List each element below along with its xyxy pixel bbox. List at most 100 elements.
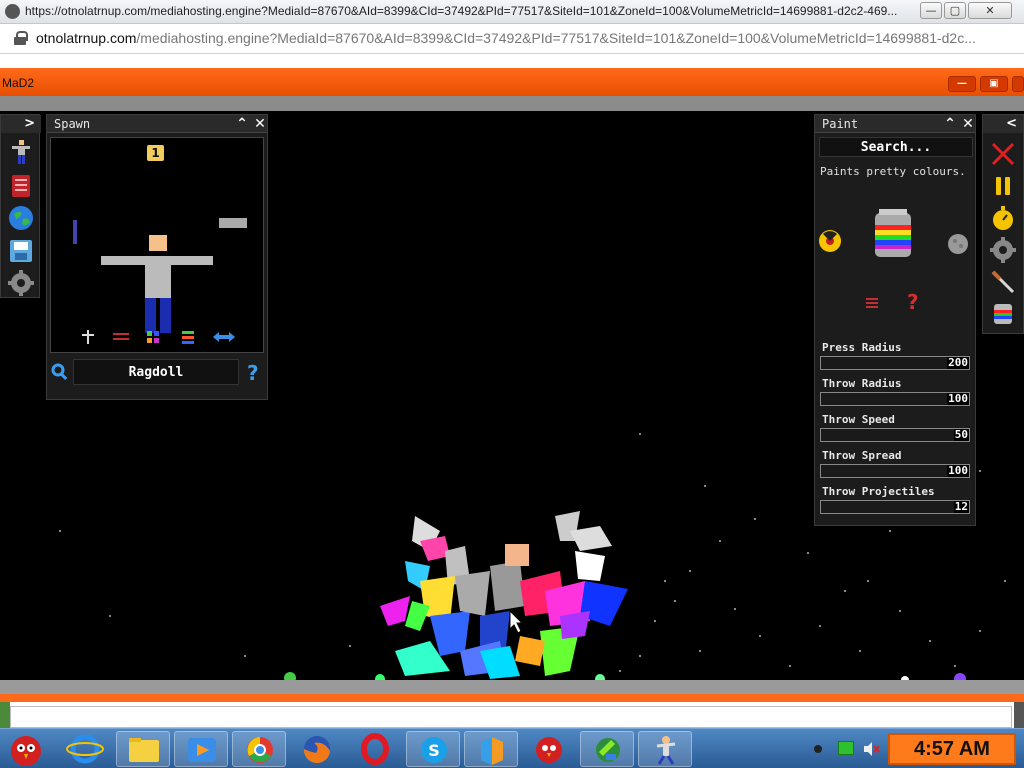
paint-bucket-icon[interactable] — [990, 301, 1016, 327]
spawn-panel-title: Spawn — [54, 117, 91, 131]
status-edge-left — [0, 702, 10, 728]
slider-label: Throw Projectiles — [822, 485, 935, 498]
start-button[interactable] — [2, 731, 54, 767]
paint-panel-header: Paint ⌃ ✕ — [815, 115, 975, 133]
collapse-icon[interactable]: ⌃ — [233, 115, 251, 133]
clock[interactable]: 4:57 AM — [888, 733, 1016, 765]
maximize-button[interactable]: ▢ — [944, 2, 966, 19]
browser-title-bar: https://otnolatrnup.com/mediahosting.eng… — [0, 0, 1024, 24]
game-minimize-button[interactable]: — — [948, 76, 976, 92]
ragdoll-pile — [380, 511, 628, 679]
system-tray — [808, 735, 888, 763]
throw-projectiles-slider[interactable]: 12 — [820, 500, 970, 514]
window-title: https://otnolatrnup.com/mediahosting.eng… — [25, 4, 898, 18]
close-button[interactable]: ✕ — [968, 2, 1012, 19]
slider-value: 50 — [953, 428, 969, 441]
network-icon[interactable] — [838, 741, 854, 755]
game-bottom-border — [0, 694, 1024, 702]
search-icon[interactable] — [51, 363, 69, 381]
collapse-icon[interactable]: ⌃ — [941, 115, 959, 133]
status-edge-right — [1014, 702, 1024, 728]
slider-value: 12 — [953, 500, 969, 513]
slider-label: Throw Spread — [822, 449, 902, 462]
globe-icon[interactable] — [8, 205, 34, 231]
game-close-button[interactable] — [1012, 76, 1024, 92]
skype-icon[interactable]: S — [406, 731, 460, 767]
stone-icon[interactable] — [947, 233, 969, 255]
blocks-icon — [147, 331, 159, 343]
gear-icon[interactable] — [990, 237, 1016, 263]
screen: https://otnolatrnup.com/mediahosting.eng… — [0, 0, 1024, 768]
throw-radius-slider[interactable]: 100 — [820, 392, 970, 406]
minimize-button[interactable]: — — [920, 2, 942, 19]
address-path: /mediahosting.engine?MediaId=87670&AId=8… — [136, 30, 976, 46]
paint-bucket-icon[interactable] — [871, 207, 915, 261]
radioactive-icon[interactable] — [817, 228, 843, 254]
throw-spread-slider[interactable]: 100 — [820, 464, 970, 478]
spawn-preview[interactable]: 1 — [50, 137, 264, 353]
cube-app-icon[interactable] — [464, 731, 518, 767]
paint-panel-title: Paint — [822, 117, 859, 131]
status-field — [10, 706, 1012, 728]
slider-label: Throw Speed — [822, 413, 895, 426]
swap-icon — [113, 333, 129, 340]
slider-value: 100 — [947, 392, 969, 405]
spawn-item-name[interactable]: Ragdoll — [73, 359, 239, 385]
file-explorer-icon[interactable] — [116, 731, 170, 767]
tray-dot-icon[interactable] — [814, 745, 822, 753]
ragdoll-preview — [73, 218, 247, 333]
arrows-icon — [213, 332, 235, 342]
press-radius-slider[interactable]: 200 — [820, 356, 970, 370]
slider-value: 100 — [947, 464, 969, 477]
collapse-toolbar-button[interactable]: < — [983, 115, 1023, 133]
slider-label: Throw Radius — [822, 377, 902, 390]
pause-icon[interactable] — [990, 173, 1016, 199]
game-title: MaD2 — [2, 76, 35, 90]
knife-icon[interactable] — [990, 269, 1016, 295]
spawn-panel: Spawn ⌃ ✕ 1 Ragdoll ? — [46, 114, 268, 400]
throw-speed-slider[interactable]: 50 — [820, 428, 970, 442]
ragdoll-icon[interactable] — [8, 139, 34, 165]
lock-icon — [14, 31, 28, 45]
network-app-icon[interactable] — [580, 731, 634, 767]
internet-explorer-icon[interactable] — [58, 731, 112, 767]
chrome-icon[interactable] — [232, 731, 286, 767]
firefox-icon[interactable] — [290, 731, 344, 767]
stopwatch-icon[interactable] — [990, 205, 1016, 231]
page-spacer — [0, 54, 1024, 68]
right-toolbar: < — [982, 114, 1024, 334]
gear-icon[interactable] — [8, 270, 34, 296]
slider-label: Press Radius — [822, 341, 902, 354]
spawn-panel-header: Spawn ⌃ ✕ — [47, 115, 267, 133]
address-domain: otnolatrnup.com — [36, 30, 137, 46]
svg-text:S: S — [428, 741, 440, 760]
game-floor — [0, 680, 1024, 694]
address-url[interactable]: otnolatrnup.com/mediahosting.engine?Medi… — [36, 30, 996, 46]
game-top-bar — [0, 96, 1024, 111]
close-icon[interactable]: ✕ — [959, 115, 977, 133]
layers-icon — [182, 331, 194, 344]
volume-muted-icon[interactable] — [862, 741, 880, 757]
tool-search-input[interactable]: Search... — [819, 137, 973, 157]
angry-birds-icon[interactable] — [522, 731, 576, 767]
figure-icon — [82, 330, 94, 344]
status-strip — [0, 702, 1024, 728]
book-icon[interactable] — [8, 173, 34, 199]
paint-panel: Paint ⌃ ✕ Search... Paints pretty colour… — [814, 114, 976, 526]
tool-description: Paints pretty colours. — [820, 165, 966, 178]
mouse-cursor — [509, 609, 524, 634]
close-icon[interactable]: ✕ — [251, 115, 269, 133]
save-icon[interactable] — [8, 238, 34, 264]
help-icon[interactable]: ? — [247, 361, 259, 385]
help-icon[interactable]: ? — [907, 290, 919, 314]
expand-toolbar-button[interactable]: > — [1, 115, 41, 133]
list-icon[interactable] — [865, 295, 881, 311]
opera-icon[interactable] — [348, 731, 402, 767]
game-app-icon[interactable] — [638, 731, 692, 767]
game-maximize-button[interactable]: ▣ — [980, 76, 1008, 92]
address-bar[interactable]: otnolatrnup.com/mediahosting.engine?Medi… — [0, 24, 1024, 54]
slider-value: 200 — [947, 356, 969, 369]
taskbar: S 4:57 AM — [0, 728, 1024, 768]
media-player-icon[interactable] — [174, 731, 228, 767]
close-x-icon[interactable] — [990, 141, 1016, 167]
